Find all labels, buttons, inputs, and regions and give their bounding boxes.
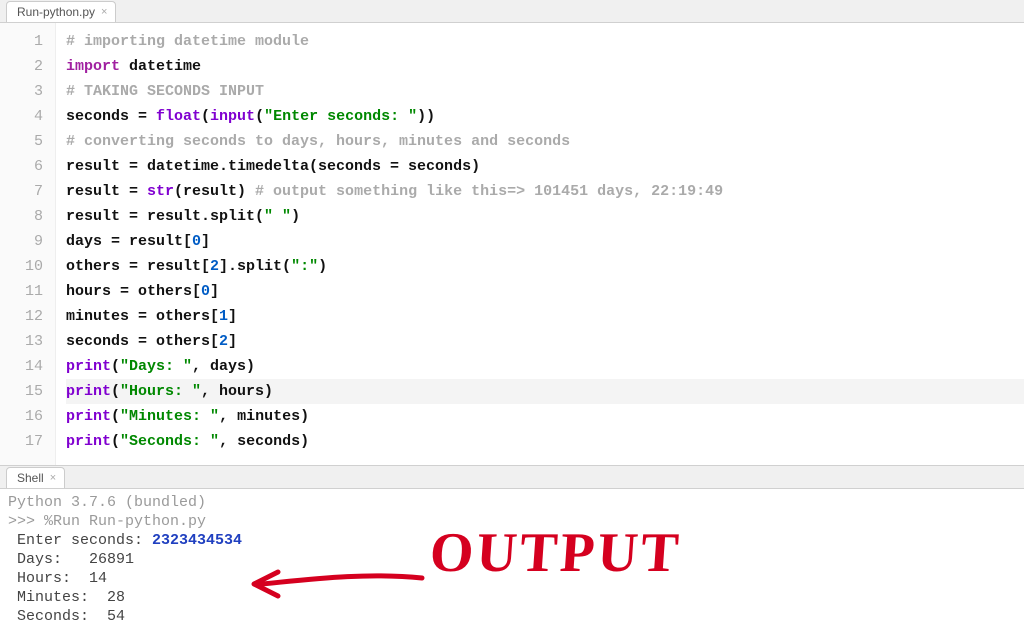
code-line[interactable]: result = datetime.timedelta(seconds = se… [66, 154, 1024, 179]
line-number: 9 [0, 229, 43, 254]
line-number: 14 [0, 354, 43, 379]
line-number: 3 [0, 79, 43, 104]
line-number: 16 [0, 404, 43, 429]
line-number: 8 [0, 204, 43, 229]
line-number: 2 [0, 54, 43, 79]
shell-tab[interactable]: Shell × [6, 467, 65, 488]
shell-out-hours: Hours: 14 [8, 570, 107, 587]
line-number: 4 [0, 104, 43, 129]
close-icon[interactable]: × [101, 6, 107, 18]
close-icon[interactable]: × [50, 472, 56, 484]
code-line[interactable]: days = result[0] [66, 229, 1024, 254]
shell-tab-label: Shell [17, 471, 44, 485]
shell-out-days: Days: 26891 [8, 551, 134, 568]
line-number: 12 [0, 304, 43, 329]
code-line[interactable]: print("Minutes: ", minutes) [66, 404, 1024, 429]
shell-panel[interactable]: Python 3.7.6 (bundled) >>> %Run Run-pyth… [0, 489, 1024, 632]
code-line[interactable]: result = str(result) # output something … [66, 179, 1024, 204]
code-line[interactable]: seconds = others[2] [66, 329, 1024, 354]
line-number: 6 [0, 154, 43, 179]
line-number: 13 [0, 329, 43, 354]
code-line[interactable]: # converting seconds to days, hours, min… [66, 129, 1024, 154]
shell-run-cmd: %Run Run-python.py [44, 513, 206, 530]
line-number: 7 [0, 179, 43, 204]
line-number: 15 [0, 379, 43, 404]
line-number: 5 [0, 129, 43, 154]
code-line[interactable]: # importing datetime module [66, 29, 1024, 54]
line-number: 10 [0, 254, 43, 279]
code-line[interactable]: hours = others[0] [66, 279, 1024, 304]
code-line[interactable]: # TAKING SECONDS INPUT [66, 79, 1024, 104]
line-number: 11 [0, 279, 43, 304]
shell-output: Python 3.7.6 (bundled) >>> %Run Run-pyth… [0, 489, 1024, 632]
code-line[interactable]: minutes = others[1] [66, 304, 1024, 329]
code-line[interactable]: result = result.split(" ") [66, 204, 1024, 229]
code-area[interactable]: # importing datetime moduleimport dateti… [56, 23, 1024, 465]
shell-input-prompt: Enter seconds: [8, 532, 152, 549]
code-line[interactable]: print("Seconds: ", seconds) [66, 429, 1024, 454]
editor-tab[interactable]: Run-python.py × [6, 1, 116, 22]
code-line[interactable]: import datetime [66, 54, 1024, 79]
line-number-gutter: 1234567891011121314151617 [0, 23, 56, 465]
code-editor[interactable]: 1234567891011121314151617 # importing da… [0, 23, 1024, 466]
code-line[interactable]: others = result[2].split(":") [66, 254, 1024, 279]
line-number: 1 [0, 29, 43, 54]
code-line[interactable]: seconds = float(input("Enter seconds: ")… [66, 104, 1024, 129]
editor-tab-label: Run-python.py [17, 5, 95, 19]
shell-version: Python 3.7.6 (bundled) [8, 494, 206, 511]
line-number: 17 [0, 429, 43, 454]
shell-out-minutes: Minutes: 28 [8, 589, 125, 606]
code-line[interactable]: print("Hours: ", hours) [66, 379, 1024, 404]
shell-user-input: 2323434534 [152, 532, 242, 549]
shell-tab-bar: Shell × [0, 466, 1024, 489]
shell-out-seconds: Seconds: 54 [8, 608, 125, 625]
shell-prompt: >>> [8, 513, 44, 530]
code-line[interactable]: print("Days: ", days) [66, 354, 1024, 379]
editor-tab-bar: Run-python.py × [0, 0, 1024, 23]
